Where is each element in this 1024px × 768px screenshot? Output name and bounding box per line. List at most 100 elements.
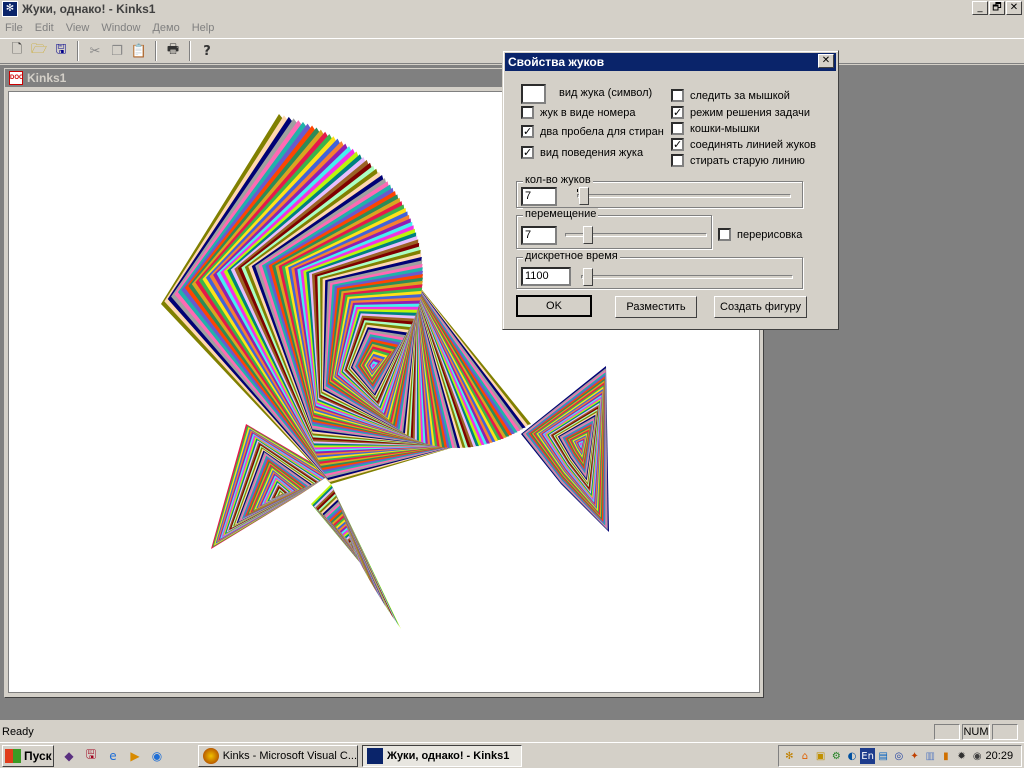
checkbox-label: соединять линией жуков [690, 138, 817, 151]
tray-icon[interactable]: ✻ [782, 748, 797, 764]
menu-bar: File Edit View Window Демо Help [0, 18, 1024, 38]
discrete-time-slider-thumb[interactable] [583, 268, 593, 286]
tray-icon[interactable]: ⌂ [798, 748, 813, 764]
desktop-icon[interactable]: ◆ [60, 747, 78, 765]
outlook-icon[interactable]: ◉ [148, 747, 166, 765]
checkbox-box[interactable] [671, 122, 684, 135]
restore-button[interactable]: 🗗 [989, 1, 1005, 15]
tray-icon[interactable]: ⚙ [829, 748, 844, 764]
create-figure-button[interactable]: Создать фигуру [714, 296, 807, 318]
checkbox-redraw[interactable]: перерисовка [718, 228, 802, 241]
close-button[interactable]: ✕ [1006, 1, 1022, 15]
quick-launch: ◆ 🖫 e ▶ ◉ [60, 747, 166, 765]
menu-demo[interactable]: Демо [146, 22, 185, 34]
tray-icon[interactable]: ▣ [813, 748, 828, 764]
tray-icon[interactable]: ▮ [939, 748, 954, 764]
tray-icon[interactable]: ✦ [907, 748, 922, 764]
new-icon[interactable]: 🗋 [6, 40, 28, 62]
checkbox-two-spaces[interactable]: ✓ два пробела для стиран [521, 125, 664, 138]
checkbox-follow-mouse[interactable]: следить за мышкой [671, 89, 790, 102]
window-title: Жуки, однако! - Kinks1 [22, 2, 156, 16]
checkbox-box[interactable]: ✓ [521, 125, 534, 138]
tray-icon[interactable]: ◎ [892, 748, 907, 764]
checkbox-solve-mode[interactable]: ✓ режим решения задачи [671, 106, 810, 119]
task-label: Жуки, однако! - Kinks1 [387, 750, 510, 762]
menu-file[interactable]: File [0, 22, 29, 34]
checkbox-behavior-view[interactable]: ✓ вид поведения жука [521, 146, 643, 159]
minimize-button[interactable]: _ [972, 1, 988, 15]
menu-edit[interactable]: Edit [29, 22, 60, 34]
media-player-icon[interactable]: ▶ [126, 747, 144, 765]
copy-icon[interactable]: ❐ [106, 40, 128, 62]
checkbox-box[interactable] [671, 154, 684, 167]
task-kinks[interactable]: Жуки, однако! - Kinks1 [362, 745, 522, 767]
tray-icon[interactable]: ◐ [845, 748, 860, 764]
slider-tick [577, 189, 578, 192]
checkbox-erase-old-line[interactable]: стирать старую линию [671, 154, 805, 167]
windows-flag-icon [5, 748, 21, 763]
document-title: Kinks1 [27, 71, 67, 85]
start-label: Пуск [24, 748, 52, 763]
checkbox-box[interactable] [671, 89, 684, 102]
checkbox-box[interactable]: ✓ [671, 138, 684, 151]
ie-icon[interactable]: e [104, 747, 122, 765]
status-message: Ready [2, 726, 34, 738]
checkbox-box[interactable] [718, 228, 731, 241]
checkbox-box[interactable]: ✓ [521, 146, 534, 159]
paste-icon[interactable]: 📋 [128, 40, 150, 62]
checkbox-label: перерисовка [737, 228, 803, 241]
floppy-icon[interactable]: 🖫 [82, 747, 100, 765]
checkbox-label: вид поведения жука [540, 146, 644, 159]
start-button[interactable]: Пуск [2, 744, 54, 767]
bug-count-field[interactable]: 7 [521, 187, 557, 206]
status-panel-num: NUM [962, 724, 990, 740]
cut-icon[interactable]: ✂ [84, 40, 106, 62]
volume-icon[interactable]: ◉ [970, 748, 985, 764]
checkbox-label: жук в виде номера [540, 106, 636, 119]
toolbar-separator [189, 41, 191, 61]
discrete-time-field[interactable]: 1100 [521, 267, 571, 286]
checkbox-box[interactable] [521, 106, 534, 119]
ok-button[interactable]: OK [516, 295, 592, 317]
dialog-close-button[interactable]: ✕ [818, 54, 834, 68]
menu-view[interactable]: View [60, 22, 96, 34]
open-icon[interactable]: 🗁 [28, 40, 50, 62]
system-tray: ✻ ⌂ ▣ ⚙ ◐ En ▤ ◎ ✦ ▥ ▮ ✹ ◉ 20:29 [778, 745, 1022, 767]
help-icon[interactable]: ? [196, 40, 218, 62]
document-icon: DOC [9, 71, 23, 85]
bug-app-icon: ✻ [2, 1, 18, 17]
tray-icon[interactable]: ▥ [923, 748, 938, 764]
bug-symbol-label: вид жука (символ) [559, 87, 653, 99]
discrete-time-slider-track[interactable] [581, 275, 793, 279]
bug-symbol-input[interactable] [521, 84, 546, 104]
window-controls: _ 🗗 ✕ [971, 1, 1022, 15]
checkbox-connect-line[interactable]: ✓ соединять линией жуков [671, 138, 816, 151]
menu-window[interactable]: Window [95, 22, 146, 34]
print-icon[interactable]: 🖶 [162, 40, 184, 62]
movement-legend: перемещение [523, 208, 599, 220]
place-button[interactable]: Разместить [615, 296, 697, 318]
language-indicator[interactable]: En [860, 748, 875, 764]
tray-icon[interactable]: ✹ [954, 748, 969, 764]
tray-icon[interactable]: ▤ [876, 748, 891, 764]
task-visual-c[interactable]: Kinks - Microsoft Visual C... [198, 745, 358, 767]
toolbar-separator [155, 41, 157, 61]
save-icon[interactable]: 🖫 [50, 40, 72, 62]
checkbox-label: режим решения задачи [690, 106, 810, 119]
checkbox-number-view[interactable]: жук в виде номера [521, 106, 635, 119]
movement-field[interactable]: 7 [521, 226, 557, 245]
dialog-title: Свойства жуков [508, 55, 605, 69]
taskbar: Пуск ◆ 🖫 e ▶ ◉ Kinks - Microsoft Visual … [0, 742, 1024, 768]
checkbox-label: следить за мышкой [690, 89, 790, 102]
visual-studio-icon [203, 748, 219, 764]
checkbox-cat-mouse[interactable]: кошки-мышки [671, 122, 760, 135]
bug-properties-dialog: Свойства жуков ✕ вид жука (символ) жук в… [502, 50, 839, 330]
dialog-title-bar[interactable]: Свойства жуков [505, 53, 836, 71]
movement-slider-thumb[interactable] [583, 226, 593, 244]
clock: 20:29 [985, 750, 1014, 762]
app-title-bar: ✻ Жуки, однако! - Kinks1 _ 🗗 ✕ [0, 0, 1024, 18]
checkbox-box[interactable]: ✓ [671, 106, 684, 119]
bug-count-slider-track[interactable] [577, 194, 791, 198]
bug-count-slider-thumb[interactable] [579, 187, 589, 205]
menu-help[interactable]: Help [186, 22, 221, 34]
